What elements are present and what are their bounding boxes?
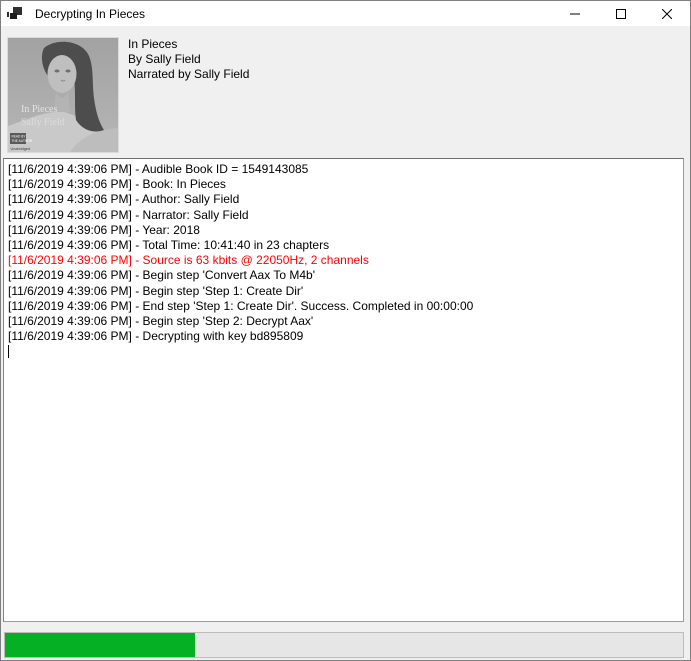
minimize-icon [570,9,580,19]
log-line: [11/6/2019 4:39:06 PM] - Begin step 'Con… [8,268,679,283]
log-textbox[interactable]: [11/6/2019 4:39:06 PM] - Audible Book ID… [3,158,684,622]
cover-edition-text: Unabridged [11,147,31,151]
window-title: Decrypting In Pieces [35,7,145,21]
close-button[interactable] [644,1,690,26]
log-line: [11/6/2019 4:39:06 PM] - Narrator: Sally… [8,208,679,223]
cover-title-text: In Pieces [21,104,57,115]
log-line: [11/6/2019 4:39:06 PM] - Audible Book ID… [8,162,679,177]
maximize-icon [616,9,626,19]
text-caret [8,345,9,358]
log-line: [11/6/2019 4:39:06 PM] - Total Time: 10:… [8,238,679,253]
titlebar[interactable]: Decrypting In Pieces [1,1,690,26]
cover-face-shape [48,55,77,93]
cover-eye-right [65,70,70,73]
book-cover-art: In Pieces Sally Field READ BY THE AUTHOR… [8,38,118,152]
log-lines: [11/6/2019 4:39:06 PM] - Audible Book ID… [8,162,679,344]
progress-fill [5,633,195,657]
log-line: [11/6/2019 4:39:06 PM] - End step 'Step … [8,299,679,314]
book-cover-image: In Pieces Sally Field READ BY THE AUTHOR… [8,38,118,152]
cover-badge-line2: THE AUTHOR [12,139,33,143]
book-narrator: Narrated by Sally Field [128,67,249,82]
log-line: [11/6/2019 4:39:06 PM] - Begin step 'Ste… [8,314,679,329]
log-line: [11/6/2019 4:39:06 PM] - Year: 2018 [8,223,679,238]
cover-author-text: Sally Field [21,117,65,128]
app-icon [7,6,23,22]
progress-bar [4,632,684,658]
book-info: In Pieces By Sally Field Narrated by Sal… [128,37,249,82]
log-line: [11/6/2019 4:39:06 PM] - Source is 63 kb… [8,253,679,268]
app-icon-square-small [10,13,17,19]
log-line: [11/6/2019 4:39:06 PM] - Begin step 'Ste… [8,284,679,299]
log-line: [11/6/2019 4:39:06 PM] - Book: In Pieces [8,177,679,192]
cover-eye-left [54,70,59,73]
app-window: Decrypting In Pieces [0,0,691,661]
log-line: [11/6/2019 4:39:06 PM] - Author: Sally F… [8,192,679,207]
window-controls [552,1,690,26]
book-author: By Sally Field [128,52,249,67]
close-icon [662,9,672,19]
maximize-button[interactable] [598,1,644,26]
book-title: In Pieces [128,37,249,52]
cover-badge-line1: READ BY [12,135,27,139]
minimize-button[interactable] [552,1,598,26]
log-line: [11/6/2019 4:39:06 PM] - Decrypting with… [8,329,679,344]
app-icon-fragment [7,12,9,17]
